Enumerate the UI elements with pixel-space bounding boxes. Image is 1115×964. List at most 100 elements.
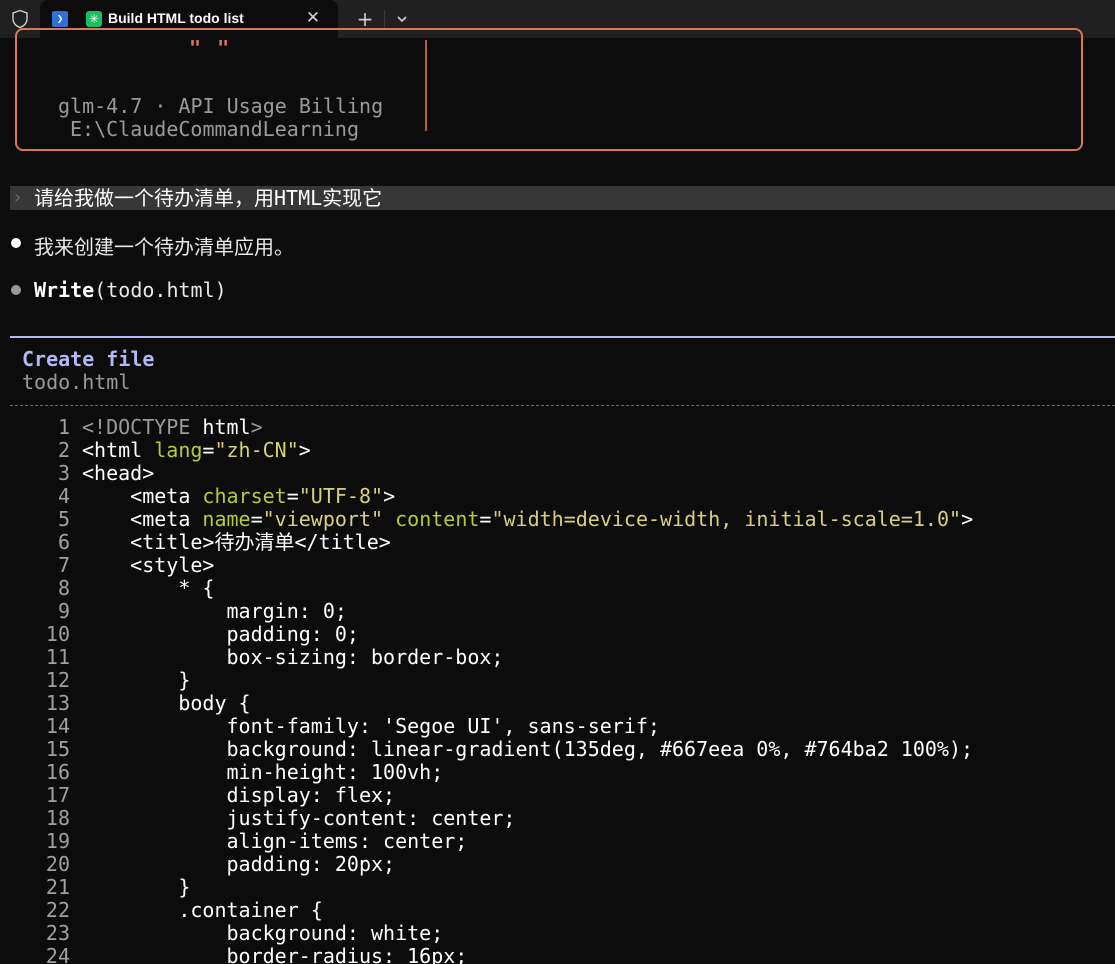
code-line: 22 .container {	[0, 899, 1115, 922]
code-token: <!DOCTYPE	[82, 416, 203, 439]
close-icon[interactable]: ✕	[302, 7, 324, 29]
line-number: 12	[45, 668, 70, 692]
code-token: }	[82, 668, 191, 692]
code-token: min-height: 100vh;	[82, 760, 444, 784]
code-text: font-family: 'Segoe UI', sans-serif;	[82, 714, 660, 738]
line-number: 7	[57, 553, 70, 577]
shield-icon[interactable]	[10, 9, 30, 29]
code-text: border-radius: 16px;	[82, 945, 467, 964]
code-line: 8 * {	[0, 577, 1115, 600]
line-number: 16	[45, 760, 70, 784]
code-token: lang	[154, 438, 203, 462]
banner-divider	[425, 40, 427, 131]
line-number: 18	[45, 806, 70, 830]
code-text: <style>	[82, 554, 214, 577]
code-token: display: flex;	[82, 783, 396, 807]
code-token: <style>	[82, 553, 215, 577]
code-token: <meta	[82, 507, 203, 531]
code-line: 3 <head>	[0, 462, 1115, 485]
code-text: align-items: center;	[82, 830, 467, 853]
code-preview: 1 <!DOCTYPE html> 2 <html lang="zh-CN"> 3 <he…	[0, 416, 1115, 964]
logo-mascot: " "	[189, 36, 232, 60]
prompt-chevron-icon: ›	[12, 187, 23, 208]
line-number: 24	[45, 944, 70, 964]
code-text: .container {	[82, 899, 323, 922]
assistant-reply-text: 我来创建一个待办清单应用。	[34, 235, 294, 259]
code-text: margin: 0;	[82, 600, 346, 623]
code-text: }	[82, 669, 190, 692]
line-number: 3	[57, 461, 70, 485]
code-token: "zh-CN"	[214, 438, 299, 462]
powershell-icon: ❯	[52, 11, 68, 27]
code-token: .container {	[82, 898, 323, 922]
code-token: <head>	[82, 461, 155, 485]
code-line: 24 border-radius: 16px;	[0, 945, 1115, 964]
line-number: 15	[45, 737, 70, 761]
code-token: =	[479, 507, 492, 531]
code-token: >	[383, 484, 396, 508]
code-line: 16 min-height: 100vh;	[0, 761, 1115, 784]
code-text: <!DOCTYPE html>	[82, 416, 263, 439]
line-number: 1	[57, 416, 70, 439]
line-number: 20	[45, 852, 70, 876]
working-directory-text: E:\ClaudeCommandLearning	[70, 117, 359, 141]
code-line: 11 box-sizing: border-box;	[0, 646, 1115, 669]
tool-name: Write	[34, 278, 95, 302]
assistant-bullet-icon	[11, 238, 21, 248]
code-text: padding: 0;	[82, 623, 358, 646]
claude-icon: ✳	[86, 11, 102, 27]
code-text: min-height: 100vh;	[82, 761, 443, 784]
code-token: padding: 20px;	[82, 852, 396, 876]
code-text: <title>待办清单</title>	[82, 531, 391, 554]
code-token: >	[298, 438, 311, 462]
code-token: <meta	[82, 484, 203, 508]
code-text: }	[82, 876, 190, 899]
code-token: box-sizing: border-box;	[82, 645, 504, 669]
code-text: padding: 20px;	[82, 853, 395, 876]
code-line: 1 <!DOCTYPE html>	[0, 416, 1115, 439]
line-number: 23	[45, 921, 70, 945]
line-number: 19	[45, 829, 70, 853]
code-token: =	[202, 438, 215, 462]
line-number: 13	[45, 691, 70, 715]
tool-args: (todo.html)	[94, 278, 227, 302]
code-line: 23 background: white;	[0, 922, 1115, 945]
user-prompt-text: 请给我做一个待办清单，用HTML实现它	[34, 186, 383, 210]
code-line: 17 display: flex;	[0, 784, 1115, 807]
code-token: "width=device-width, initial-scale=1.0"	[491, 507, 962, 531]
code-line: 12 }	[0, 669, 1115, 692]
code-text: background: linear-gradient(135deg, #667…	[82, 738, 973, 761]
terminal-output[interactable]: " " glm-4.7 · API Usage Billing E:\Claud…	[0, 28, 1115, 964]
code-token: charset	[202, 484, 287, 508]
tab-divider	[384, 10, 385, 28]
code-token: font-family: 'Segoe UI', sans-serif;	[82, 714, 660, 738]
code-line: 4 <meta charset="UTF-8">	[0, 485, 1115, 508]
line-number: 5	[57, 507, 70, 531]
code-token: }	[82, 875, 191, 899]
code-line: 7 <style>	[0, 554, 1115, 577]
dashed-divider	[10, 405, 1115, 406]
code-text: <head>	[82, 462, 154, 485]
code-text: <html lang="zh-CN">	[82, 439, 311, 462]
code-text: body {	[82, 691, 251, 715]
code-line: 9 margin: 0;	[0, 600, 1115, 623]
code-text: <meta name="viewport" content="width=dev…	[82, 508, 973, 531]
line-number: 6	[57, 530, 70, 554]
line-number: 2	[57, 438, 70, 462]
code-token: background: white;	[82, 921, 444, 945]
code-token: content	[395, 507, 480, 531]
code-line: 5 <meta name="viewport" content="width=d…	[0, 508, 1115, 531]
code-text: display: flex;	[82, 784, 395, 807]
file-path: todo.html	[22, 370, 131, 394]
user-message: › 请给我做一个待办清单，用HTML实现它	[10, 186, 1115, 210]
code-token: body {	[82, 691, 251, 715]
code-line: 15 background: linear-gradient(135deg, #…	[0, 738, 1115, 761]
line-number: 11	[45, 645, 70, 669]
code-line: 6 <title>待办清单</title>	[0, 531, 1115, 554]
code-token: align-items: center;	[82, 829, 468, 853]
code-token: "UTF-8"	[298, 484, 384, 508]
line-number: 21	[45, 875, 70, 899]
file-panel-border	[10, 336, 1115, 338]
code-token: background: linear-gradient(135deg, #667…	[82, 737, 974, 761]
